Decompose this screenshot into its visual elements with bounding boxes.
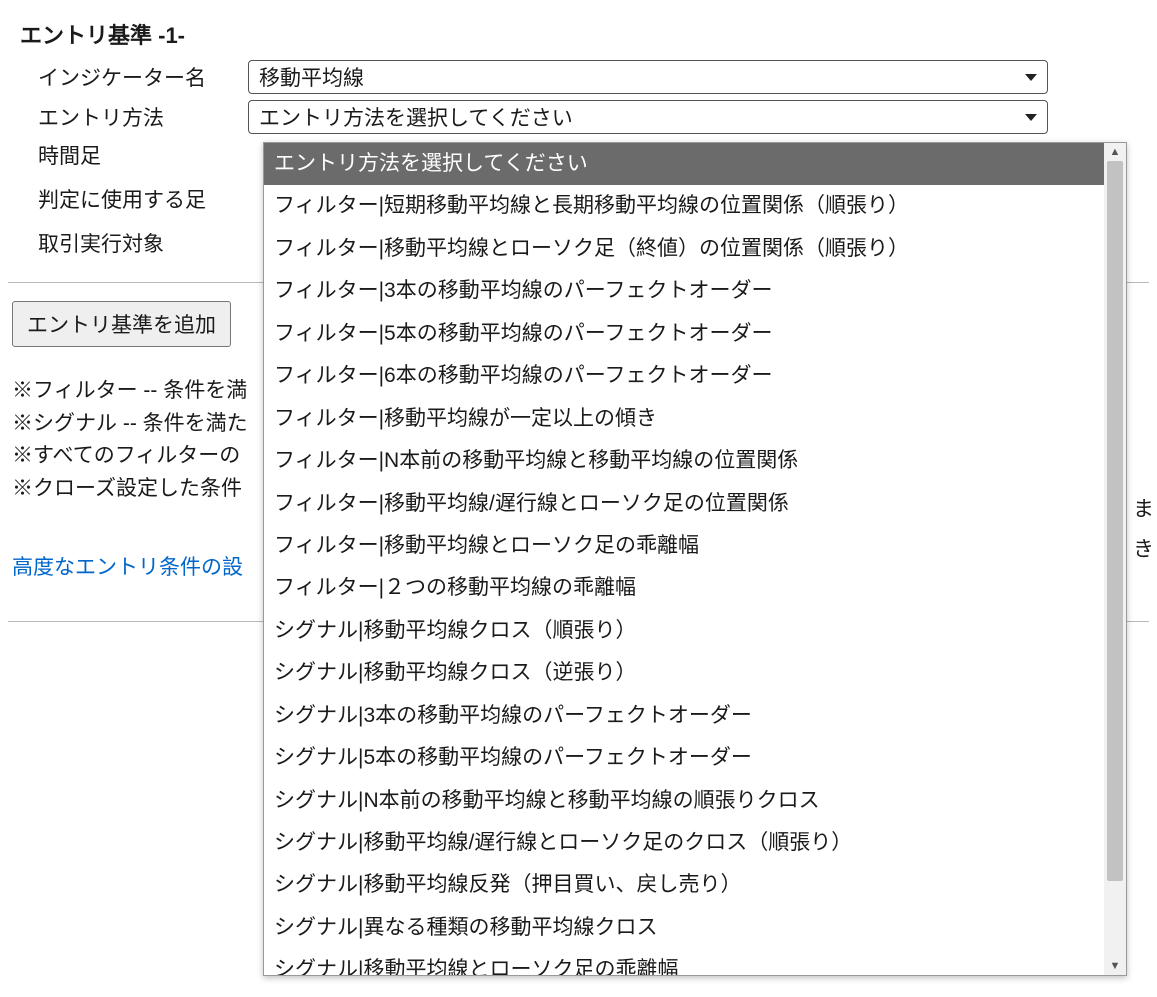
dropdown-option[interactable]: フィルター|移動平均線とローソク足の乖離幅: [264, 525, 1104, 567]
select-indicator-name[interactable]: 移動平均線: [248, 60, 1048, 94]
add-entry-criteria-button[interactable]: エントリ基準を追加: [12, 301, 231, 347]
dropdown-option[interactable]: フィルター|短期移動平均線と長期移動平均線の位置関係（順張り）: [264, 185, 1104, 227]
dropdown-option[interactable]: フィルター|N本前の移動平均線と移動平均線の位置関係: [264, 440, 1104, 482]
dropdown-option[interactable]: フィルター|２つの移動平均線の乖離幅: [264, 567, 1104, 609]
scrollbar-thumb[interactable]: [1107, 161, 1123, 881]
row-indicator: インジケーター名 移動平均線: [38, 60, 1149, 94]
scroll-up-icon[interactable]: ▲: [1104, 143, 1126, 161]
dropdown-option[interactable]: エントリ方法を選択してください: [264, 143, 1104, 185]
dropdown-option[interactable]: フィルター|6本の移動平均線のパーフェクトオーダー: [264, 355, 1104, 397]
label-exec-target: 取引実行対象: [38, 228, 248, 258]
chevron-down-icon: [1025, 74, 1037, 81]
dropdown-option[interactable]: シグナル|3本の移動平均線のパーフェクトオーダー: [264, 695, 1104, 737]
truncated-right: ま き: [1133, 490, 1154, 570]
dropdown-option[interactable]: シグナル|異なる種類の移動平均線クロス: [264, 907, 1104, 949]
dropdown-option[interactable]: フィルター|移動平均線/遅行線とローソク足の位置関係: [264, 483, 1104, 525]
dropdown-option[interactable]: シグナル|N本前の移動平均線と移動平均線の順張りクロス: [264, 780, 1104, 822]
dropdown-option[interactable]: シグナル|移動平均線とローソク足の乖離幅: [264, 949, 1104, 975]
chevron-down-icon: [1025, 114, 1037, 121]
label-judge-bar: 判定に使用する足: [38, 184, 248, 214]
label-timeframe: 時間足: [38, 140, 248, 170]
dropdown-list: エントリ方法を選択してくださいフィルター|短期移動平均線と長期移動平均線の位置関…: [264, 143, 1104, 975]
section-title: エントリ基準 -1-: [20, 18, 1149, 50]
dropdown-scrollbar[interactable]: ▲ ▼: [1104, 143, 1126, 975]
select-indicator-value: 移動平均線: [259, 62, 364, 92]
select-entry-method[interactable]: エントリ方法を選択してください: [248, 100, 1048, 134]
dropdown-option[interactable]: シグナル|移動平均線クロス（逆張り）: [264, 652, 1104, 694]
truncated-text: ま: [1133, 490, 1154, 530]
dropdown-option[interactable]: シグナル|5本の移動平均線のパーフェクトオーダー: [264, 737, 1104, 779]
select-entry-method-value: エントリ方法を選択してください: [259, 102, 573, 132]
label-indicator-name: インジケーター名: [38, 62, 248, 92]
dropdown-option[interactable]: シグナル|移動平均線クロス（順張り）: [264, 610, 1104, 652]
label-entry-method: エントリ方法: [38, 102, 248, 132]
dropdown-option[interactable]: フィルター|3本の移動平均線のパーフェクトオーダー: [264, 270, 1104, 312]
dropdown-option[interactable]: シグナル|移動平均線/遅行線とローソク足のクロス（順張り）: [264, 822, 1104, 864]
dropdown-option[interactable]: フィルター|移動平均線が一定以上の傾き: [264, 398, 1104, 440]
dropdown-option[interactable]: シグナル|移動平均線反発（押目買い、戻し売り）: [264, 864, 1104, 906]
dropdown-option[interactable]: フィルター|移動平均線とローソク足（終値）の位置関係（順張り）: [264, 228, 1104, 270]
entry-method-dropdown[interactable]: エントリ方法を選択してくださいフィルター|短期移動平均線と長期移動平均線の位置関…: [263, 142, 1127, 976]
truncated-text: き: [1133, 530, 1154, 570]
row-entry-method: エントリ方法 エントリ方法を選択してください: [38, 100, 1149, 134]
scroll-down-icon[interactable]: ▼: [1104, 957, 1126, 975]
dropdown-option[interactable]: フィルター|5本の移動平均線のパーフェクトオーダー: [264, 313, 1104, 355]
